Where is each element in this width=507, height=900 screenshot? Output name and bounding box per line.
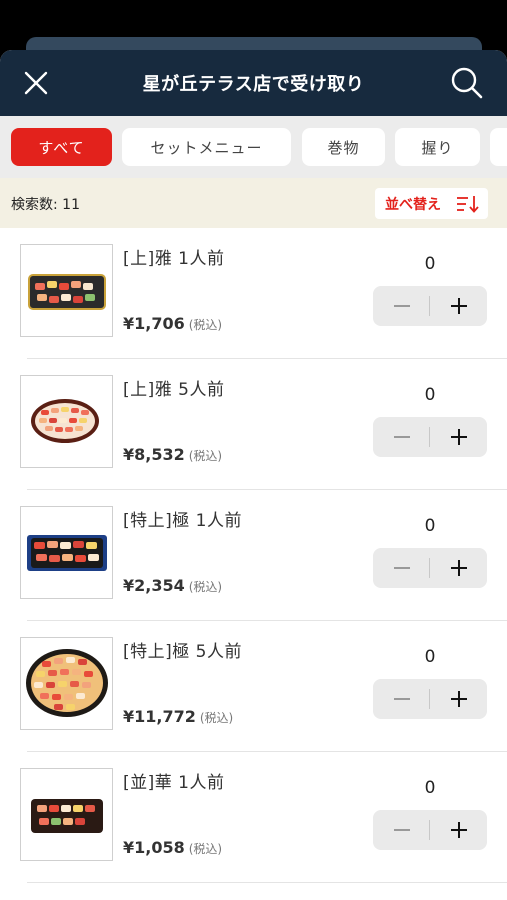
product-price: ¥1,706 (税込) [123,314,222,333]
sushi-tray-icon [26,534,107,571]
quantity-value: 0 [424,254,436,274]
minus-icon [393,567,410,569]
minus-icon [393,698,410,700]
product-price: ¥8,532 (税込) [123,445,222,464]
quantity-value: 0 [424,385,436,405]
tab-label: 巻物 [327,138,360,157]
price-value: ¥1,058 [123,838,185,857]
divider [27,882,507,883]
increment-button[interactable] [430,810,487,850]
product-image[interactable] [20,768,113,861]
product-image[interactable] [20,244,113,337]
price-value: ¥2,354 [123,576,185,595]
quantity-value: 0 [424,516,436,536]
tab-set-menu[interactable]: セットメニュー [122,128,291,166]
increment-button[interactable] [430,548,487,588]
sort-button[interactable]: 並べ替え [375,188,488,219]
minus-icon [393,305,410,307]
sort-label: 並べ替え [385,196,441,213]
tab-label: 握り [421,138,454,157]
tax-label: (税込) [188,580,223,594]
plus-icon [450,691,467,707]
decrement-button[interactable] [373,286,430,326]
increment-button[interactable] [430,417,487,457]
price-value: ¥11,772 [123,707,196,726]
increment-button[interactable] [430,286,487,326]
product-name[interactable]: [上]雅 5人前 [123,375,224,400]
tab-more[interactable] [490,128,507,166]
sushi-tray-icon [27,273,106,310]
plus-icon [450,822,467,838]
list-item: [特上]極 5人前 ¥11,772 (税込) 0 [0,621,507,752]
result-count: 検索数: 11 [11,197,80,213]
results-bar: 検索数: 11 並べ替え [0,178,507,228]
decrement-button[interactable] [373,810,430,850]
product-image[interactable] [20,375,113,468]
product-name[interactable]: [並]華 1人前 [123,768,224,793]
list-item: [上]雅 5人前 ¥8,532 (税込) 0 [0,359,507,490]
increment-button[interactable] [430,679,487,719]
quantity-value: 0 [424,778,436,798]
sushi-tray-icon [30,798,103,833]
sort-descending-icon [457,196,479,213]
quantity-stepper [373,810,487,850]
tab-rolls[interactable]: 巻物 [302,128,385,166]
tab-nigiri[interactable]: 握り [395,128,480,166]
product-image[interactable] [20,506,113,599]
list-item: [上]雅 1人前 ¥1,706 (税込) 0 [0,228,507,359]
decrement-button[interactable] [373,679,430,719]
quantity-stepper [373,548,487,588]
decrement-button[interactable] [373,548,430,588]
plus-icon [450,298,467,314]
product-price: ¥11,772 (税込) [123,707,233,726]
plus-icon [450,560,467,576]
quantity-stepper [373,679,487,719]
tax-label: (税込) [188,318,223,332]
decrement-button[interactable] [373,417,430,457]
product-price: ¥1,058 (税込) [123,838,222,857]
tab-all[interactable]: すべて [11,128,112,166]
product-name[interactable]: [上]雅 1人前 [123,244,224,269]
minus-icon [393,436,410,438]
tax-label: (税込) [188,842,223,856]
sheet-header: 星が丘テラス店で受け取り [0,50,507,116]
tab-label: すべて [38,138,85,157]
list-item: [特上]極 1人前 ¥2,354 (税込) 0 [0,490,507,621]
search-icon[interactable] [449,65,485,101]
close-icon[interactable] [20,67,52,99]
tax-label: (税込) [199,711,234,725]
quantity-stepper [373,286,487,326]
tab-label: セットメニュー [150,138,263,157]
page-title: 星が丘テラス店で受け取り [142,74,365,95]
list-item: [並]華 1人前 ¥1,058 (税込) 0 [0,752,507,883]
product-name[interactable]: [特上]極 1人前 [123,506,242,531]
price-value: ¥1,706 [123,314,185,333]
minus-icon [393,829,410,831]
quantity-value: 0 [424,647,436,667]
plus-icon [450,429,467,445]
product-price: ¥2,354 (税込) [123,576,222,595]
tax-label: (税込) [188,449,223,463]
product-name[interactable]: [特上]極 5人前 [123,637,242,662]
product-image[interactable] [20,637,113,730]
product-sheet: 星が丘テラス店で受け取り すべて セットメニュー 巻物 握り 検索数: 11 並… [0,50,507,900]
sushi-platter-icon [30,398,99,443]
sushi-platter-icon [25,648,108,717]
quantity-stepper [373,417,487,457]
category-tabs: すべて セットメニュー 巻物 握り [0,116,507,178]
price-value: ¥8,532 [123,445,185,464]
